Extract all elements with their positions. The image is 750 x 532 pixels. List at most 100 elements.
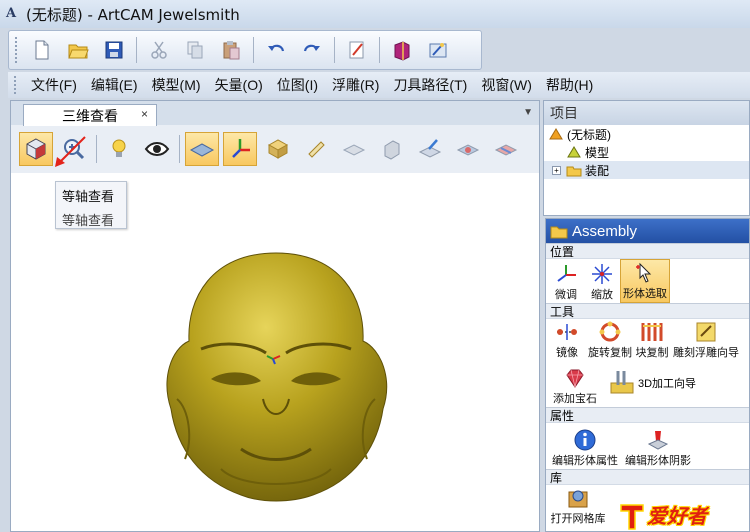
- cursor-select-icon: [636, 262, 652, 283]
- visibility-button[interactable]: [140, 132, 174, 166]
- book-button[interactable]: [385, 34, 419, 66]
- axes-icon: [232, 139, 250, 158]
- project-panel-title: 项目: [544, 101, 749, 125]
- scale-tool[interactable]: 缩放: [584, 261, 620, 303]
- shaded-plane-button[interactable]: [337, 132, 371, 166]
- section-library: 库: [546, 469, 749, 485]
- light-button[interactable]: [102, 132, 136, 166]
- assembly-title: Assembly: [572, 222, 638, 240]
- wizard-button[interactable]: [421, 34, 455, 66]
- scale-tool-label: 缩放: [591, 289, 613, 301]
- menu-model[interactable]: 模型(M): [145, 75, 208, 95]
- tree-item-assembly[interactable]: + 装配: [544, 161, 749, 179]
- edit-body-shading-label: 编辑形体阴影: [625, 455, 691, 467]
- rotate-copy-tool[interactable]: 旋转复制: [586, 319, 634, 361]
- toolbar-grip[interactable]: [15, 37, 19, 63]
- 3d-machining-wizard-label: 3D加工向导: [638, 378, 697, 390]
- tooltip: 等轴查看 等轴查看: [55, 181, 127, 229]
- menu-window[interactable]: 视窗(W): [474, 75, 539, 95]
- open-mesh-library-tool[interactable]: 打开网格库: [548, 485, 608, 527]
- relief-box-button[interactable]: [261, 132, 295, 166]
- new-file-button[interactable]: [25, 34, 59, 66]
- isometric-view-button[interactable]: [19, 132, 53, 166]
- tree-expand-icon[interactable]: +: [552, 165, 561, 175]
- eye-icon: [144, 142, 170, 156]
- edit-notes-button[interactable]: [340, 34, 374, 66]
- main-toolbar: [8, 30, 482, 70]
- tree-item-root[interactable]: (无标题): [544, 125, 749, 143]
- edit-body-shading-tool[interactable]: 编辑形体阴影: [622, 427, 694, 469]
- position-tools-row: 微调 缩放 形体选取: [546, 259, 749, 303]
- assembly-folder-icon: [550, 226, 568, 239]
- relief-wizard-icon: [696, 322, 716, 342]
- shading-icon: [647, 431, 669, 450]
- copy-button[interactable]: [178, 34, 212, 66]
- scale-arrows-icon: [592, 264, 612, 284]
- add-gem-tool-label: 添加宝石: [553, 393, 597, 405]
- rotate-copy-icon: [599, 321, 621, 342]
- block-copy-icon: [641, 323, 663, 341]
- tab-close-button[interactable]: ×: [141, 107, 148, 121]
- undo-button[interactable]: [259, 34, 293, 66]
- rotate-copy-tool-label: 旋转复制: [588, 347, 632, 359]
- shaded-plane-icon: [342, 144, 366, 156]
- menu-edit[interactable]: 编辑(E): [84, 75, 145, 95]
- mirror-tool[interactable]: 镜像: [548, 319, 586, 361]
- 3d-machining-wizard-tool[interactable]: 3D加工向导: [608, 369, 696, 397]
- assembly-header: Assembly: [546, 219, 749, 243]
- menu-grip: [14, 76, 18, 94]
- color-plane-icon: [456, 144, 480, 156]
- plane-view-button[interactable]: [185, 132, 219, 166]
- window-title: (无标题) - ArtCAM Jewelsmith: [26, 5, 240, 24]
- select-body-tool[interactable]: 形体选取: [620, 259, 670, 303]
- axes-button[interactable]: [223, 132, 257, 166]
- menu-relief[interactable]: 浮雕(R): [325, 75, 386, 95]
- edit-body-properties-label: 编辑形体属性: [552, 455, 618, 467]
- nudge-tool[interactable]: 微调: [548, 261, 584, 303]
- app-icon: A: [6, 6, 17, 21]
- cylinder-button[interactable]: [299, 132, 333, 166]
- watermark-logo: 爱好者: [617, 496, 750, 532]
- block-copy-tool[interactable]: 块复制: [634, 319, 670, 361]
- menu-vector[interactable]: 矢量(O): [208, 75, 270, 95]
- buddha-head-model[interactable]: [141, 249, 411, 509]
- material-button[interactable]: [489, 132, 523, 166]
- relief-wizard-tool[interactable]: 雕刻浮雕向导: [670, 319, 742, 361]
- tree-item-root-label: (无标题): [567, 127, 611, 142]
- mirror-tool-label: 镜像: [556, 347, 578, 359]
- paste-button[interactable]: [214, 34, 248, 66]
- brush-button[interactable]: [413, 132, 447, 166]
- mirror-icon: [557, 324, 577, 340]
- menu-file[interactable]: 文件(F): [24, 75, 84, 95]
- menu-toolpaths[interactable]: 刀具路径(T): [386, 75, 474, 95]
- relief-box-icon: [267, 139, 289, 159]
- tree-item-model[interactable]: 模型: [544, 143, 749, 161]
- save-icon: [105, 41, 123, 59]
- assembly-panel: Assembly 位置 微调 缩放 形体选取 工具 镜像 旋转复制 块复制 雕刻…: [545, 218, 750, 532]
- block-button[interactable]: [375, 132, 409, 166]
- tab-3d-view[interactable]: 三维查看 ×: [23, 104, 157, 126]
- cut-button[interactable]: [142, 34, 176, 66]
- material-icon: [494, 144, 518, 156]
- save-button[interactable]: [97, 34, 131, 66]
- add-gem-tool[interactable]: 添加宝石: [548, 365, 602, 407]
- menu-help[interactable]: 帮助(H): [539, 75, 600, 95]
- toolbar-separator: [253, 37, 254, 63]
- menu-bitmap[interactable]: 位图(I): [270, 75, 325, 95]
- redo-button[interactable]: [295, 34, 329, 66]
- open-folder-icon: [68, 44, 89, 59]
- section-tools: 工具: [546, 303, 749, 319]
- open-button[interactable]: [61, 34, 95, 66]
- menu-bar: 文件(F) 编辑(E) 模型(M) 矢量(O) 位图(I) 浮雕(R) 刀具路径…: [8, 72, 750, 98]
- light-bulb-icon: [112, 139, 126, 157]
- section-position: 位置: [546, 243, 749, 259]
- brush-icon: [418, 139, 442, 158]
- 3d-viewport[interactable]: 等轴查看 等轴查看: [11, 173, 539, 531]
- color-plane-button[interactable]: [451, 132, 485, 166]
- edit-body-properties-tool[interactable]: 编辑形体属性: [548, 427, 622, 469]
- book-icon: [394, 41, 410, 61]
- tab-list-arrow-icon[interactable]: ▼: [523, 107, 533, 118]
- nudge-tool-label: 微调: [555, 289, 577, 301]
- view-toolbar-separator: [96, 135, 97, 163]
- tree-item-assembly-label: 装配: [585, 163, 610, 178]
